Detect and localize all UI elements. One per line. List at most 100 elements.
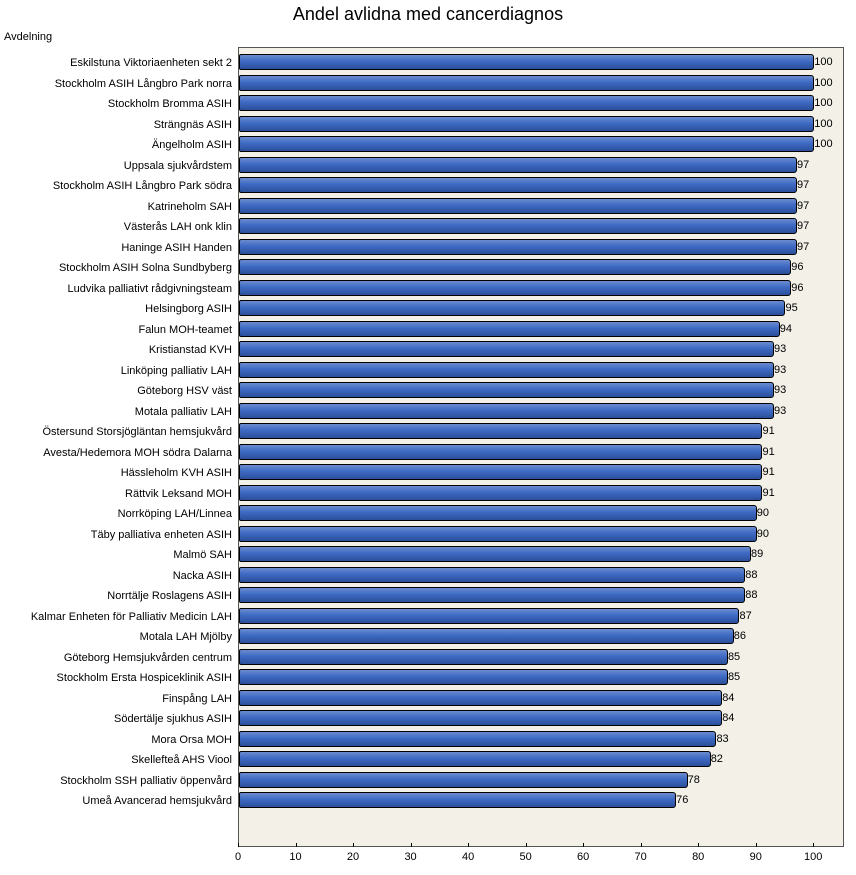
bar-value-label: 93 (774, 364, 786, 376)
bar-row: 100 (239, 52, 843, 73)
category-label: Norrtälje Roslagens ASIH (0, 586, 238, 607)
plot-frame: 1001001001001009797979797969695949393939… (238, 47, 844, 847)
bar: 95 (239, 300, 785, 316)
x-tick-mark (698, 843, 699, 847)
category-label: Nacka ASIH (0, 566, 238, 587)
bar: 97 (239, 239, 797, 255)
bar: 93 (239, 341, 774, 357)
bar-value-label: 100 (814, 138, 832, 150)
bar: 91 (239, 485, 762, 501)
plot-area: 1001001001001009797979797969695949393939… (239, 48, 843, 846)
bar: 100 (239, 136, 814, 152)
bar-value-label: 85 (728, 671, 740, 683)
bar-row: 100 (239, 114, 843, 135)
category-label: Stockholm Bromma ASIH (0, 94, 238, 115)
category-label: Hässleholm KVH ASIH (0, 463, 238, 484)
chart-container: Andel avlidna med cancerdiagnos Avdelnin… (0, 0, 856, 864)
bar-row: 85 (239, 667, 843, 688)
x-tick-mark (583, 843, 584, 847)
category-label: Uppsala sjukvårdstem (0, 156, 238, 177)
bar-row: 100 (239, 73, 843, 94)
bar-value-label: 87 (739, 610, 751, 622)
bar-value-label: 97 (797, 159, 809, 171)
category-label: Stockholm ASIH Solna Sundbyberg (0, 258, 238, 279)
category-label: Södertälje sjukhus ASIH (0, 709, 238, 730)
bar-value-label: 91 (762, 487, 774, 499)
category-label: Haninge ASIH Handen (0, 238, 238, 259)
bar-row: 76 (239, 790, 843, 811)
bar: 83 (239, 731, 716, 747)
bar: 93 (239, 403, 774, 419)
bar: 91 (239, 423, 762, 439)
x-tick-mark (641, 843, 642, 847)
category-label: Stockholm ASIH Långbro Park södra (0, 176, 238, 197)
bar: 84 (239, 690, 722, 706)
bar: 85 (239, 649, 728, 665)
bar-row: 91 (239, 442, 843, 463)
x-tick-mark (353, 843, 354, 847)
bar-row: 91 (239, 462, 843, 483)
bar-value-label: 88 (745, 569, 757, 581)
bar-row: 87 (239, 606, 843, 627)
x-tick-label: 50 (519, 851, 531, 863)
bar-row: 91 (239, 483, 843, 504)
bar-value-label: 76 (676, 794, 688, 806)
bar: 87 (239, 608, 739, 624)
bar-row: 97 (239, 237, 843, 258)
category-label: Östersund Storsjögläntan hemsjukvård (0, 422, 238, 443)
category-label: Kalmar Enheten för Palliativ Medicin LAH (0, 607, 238, 628)
category-label: Finspång LAH (0, 689, 238, 710)
bar-row: 89 (239, 544, 843, 565)
category-label: Mora Orsa MOH (0, 730, 238, 751)
category-label: Stockholm ASIH Långbro Park norra (0, 74, 238, 95)
bar-value-label: 97 (797, 241, 809, 253)
bar: 97 (239, 157, 797, 173)
chart-body: Eskilstuna Viktoriaenheten sekt 2Stockho… (0, 47, 856, 847)
bar-value-label: 90 (757, 528, 769, 540)
chart-title: Andel avlidna med cancerdiagnos (0, 0, 856, 31)
bar-value-label: 97 (797, 179, 809, 191)
bar: 100 (239, 54, 814, 70)
category-label: Kristianstad KVH (0, 340, 238, 361)
category-label: Ludvika palliativt rådgivningsteam (0, 279, 238, 300)
x-tick-label: 40 (462, 851, 474, 863)
category-label: Katrineholm SAH (0, 197, 238, 218)
bar-row: 86 (239, 626, 843, 647)
bar: 97 (239, 198, 797, 214)
bar: 94 (239, 321, 780, 337)
category-label: Täby palliativa enheten ASIH (0, 525, 238, 546)
bar-value-label: 84 (722, 692, 734, 704)
x-tick-label: 20 (347, 851, 359, 863)
bar-value-label: 95 (785, 302, 797, 314)
bar-value-label: 82 (711, 753, 723, 765)
bar-row: 97 (239, 196, 843, 217)
bar-value-label: 85 (728, 651, 740, 663)
bar-row: 84 (239, 688, 843, 709)
bar: 88 (239, 587, 745, 603)
bar-row: 85 (239, 647, 843, 668)
bar: 86 (239, 628, 734, 644)
x-tick-mark (468, 843, 469, 847)
bar-row: 94 (239, 319, 843, 340)
bar: 88 (239, 567, 745, 583)
bar: 84 (239, 710, 722, 726)
bar-row: 88 (239, 585, 843, 606)
bar: 96 (239, 280, 791, 296)
category-label: Umeå Avancerad hemsjukvård (0, 791, 238, 812)
x-axis: 0102030405060708090100 (238, 847, 844, 875)
category-label: Göteborg Hemsjukvården centrum (0, 648, 238, 669)
x-tick-label: 80 (692, 851, 704, 863)
bar-row: 100 (239, 93, 843, 114)
bar: 93 (239, 362, 774, 378)
bar-row: 78 (239, 770, 843, 791)
x-tick-mark (411, 843, 412, 847)
bar-value-label: 96 (791, 282, 803, 294)
x-tick-label: 0 (235, 851, 241, 863)
bar-row: 88 (239, 565, 843, 586)
bar-value-label: 88 (745, 589, 757, 601)
bar-value-label: 97 (797, 220, 809, 232)
bars-container: 1001001001001009797979797969695949393939… (239, 48, 843, 846)
bar: 85 (239, 669, 728, 685)
bar-value-label: 90 (757, 507, 769, 519)
x-tick-label: 90 (750, 851, 762, 863)
